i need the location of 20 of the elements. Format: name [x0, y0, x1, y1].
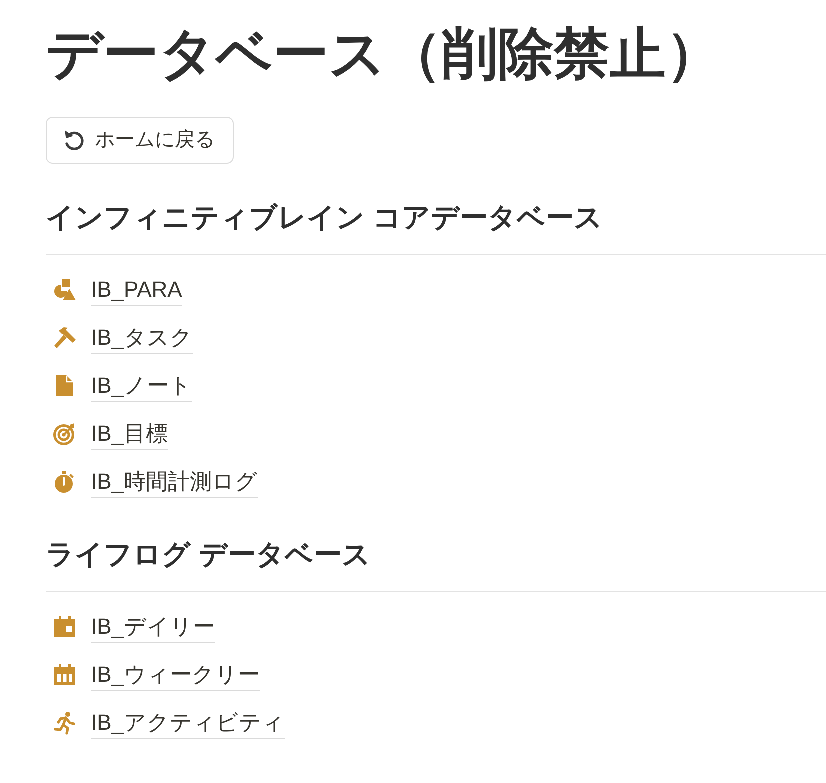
section-heading: ライフログ データベース: [46, 538, 371, 572]
calendar-icon: [53, 662, 77, 687]
database-link[interactable]: IB_タスク: [91, 324, 194, 354]
database-link[interactable]: IB_デイリー: [91, 613, 216, 644]
database-link[interactable]: IB_アクティビティ: [91, 709, 286, 740]
section-heading: インフィニティブレイン コアデータベース: [46, 200, 603, 235]
database-link[interactable]: IB_目標: [91, 420, 168, 450]
page-title: データベース（削除禁止）: [46, 21, 722, 87]
hammer-icon: [53, 326, 77, 350]
stopwatch-icon: [53, 470, 77, 494]
database-link[interactable]: IB_時間計測ログ: [91, 468, 258, 498]
running-person-icon: [53, 710, 77, 735]
database-link[interactable]: IB_ノート: [91, 372, 192, 402]
rotate-arrow-icon: [63, 128, 85, 152]
shapes-icon: [53, 278, 77, 302]
home-button[interactable]: ホームに戻る: [46, 116, 234, 164]
calendar-icon: [53, 614, 77, 639]
target-icon: [53, 422, 77, 446]
database-link[interactable]: IB_ウィークリー: [91, 661, 260, 692]
database-link[interactable]: IB_PARA: [91, 276, 182, 306]
